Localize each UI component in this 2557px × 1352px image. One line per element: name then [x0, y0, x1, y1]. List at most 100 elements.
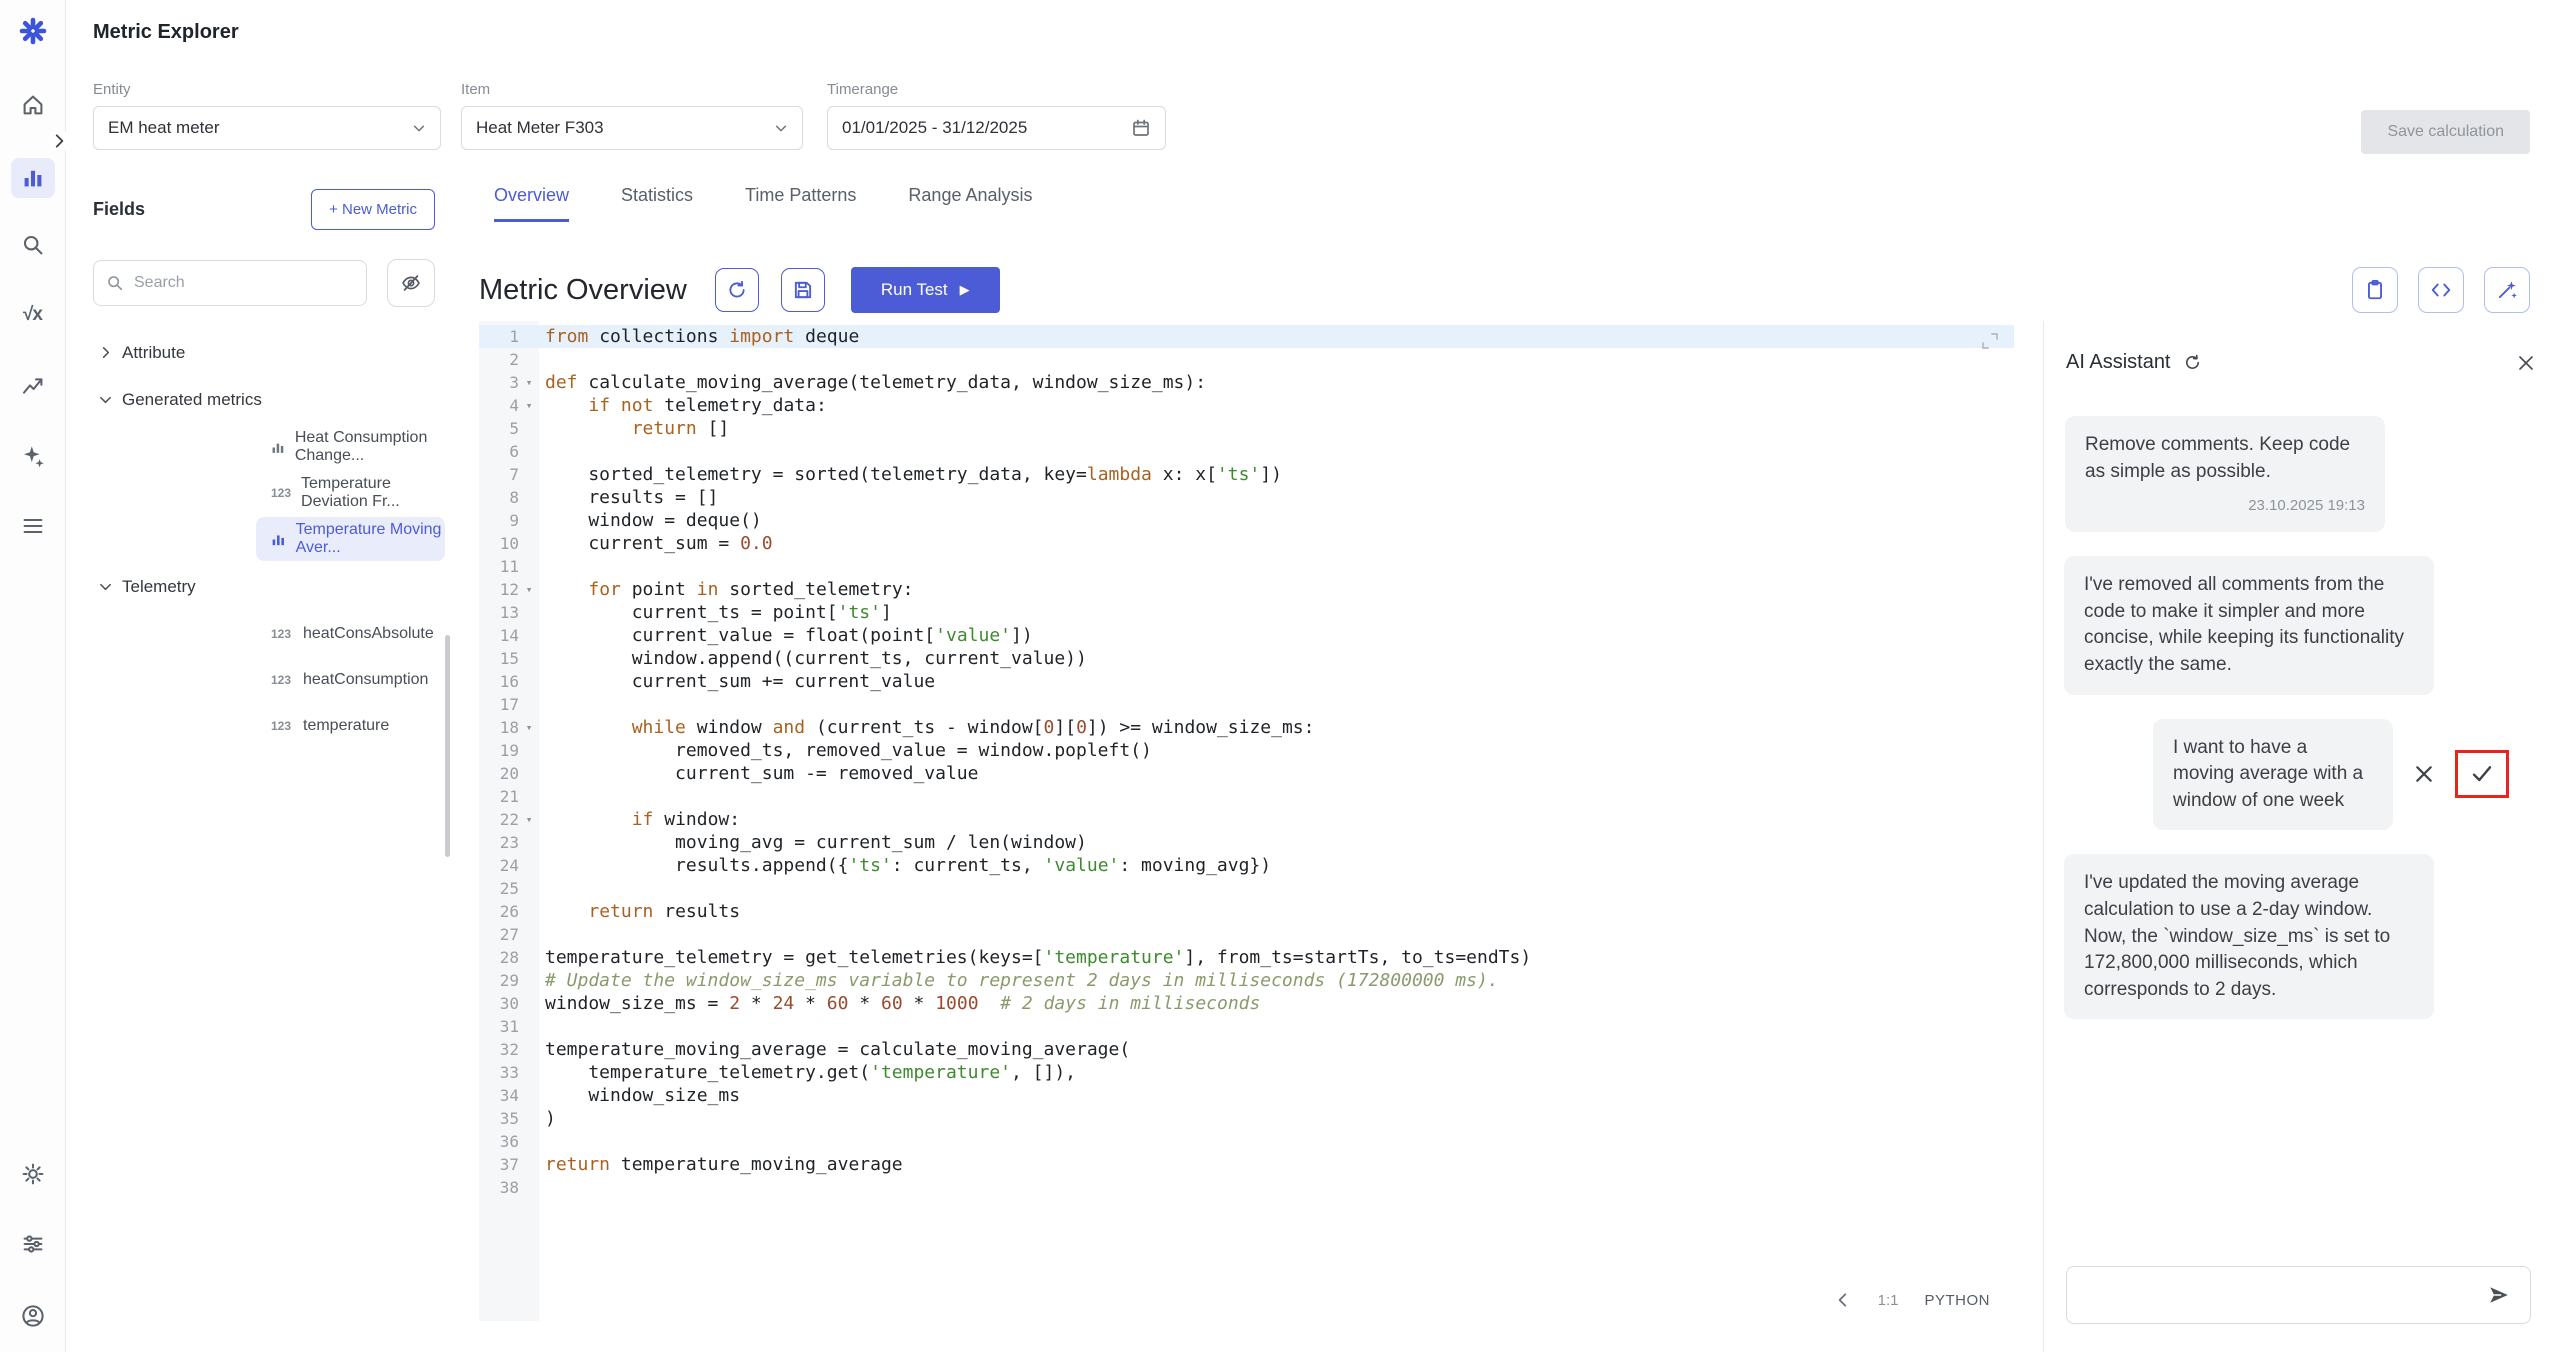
nav-trends[interactable]	[11, 366, 55, 406]
icon-rail: √x	[0, 0, 68, 1352]
send-icon	[2490, 1287, 2508, 1303]
overview-header: Metric Overview Run Test ▶	[461, 265, 2557, 315]
tree-group-attribute[interactable]: Attribute	[65, 329, 461, 376]
numeric-field-icon: 123	[271, 673, 292, 687]
language-label: PYTHON	[1924, 1291, 1990, 1309]
ai-magic-button[interactable]	[2484, 267, 2530, 313]
timerange-picker[interactable]: 01/01/2025 - 31/12/2025	[827, 106, 1166, 150]
chevron-right-icon	[102, 347, 110, 358]
hide-fields-button[interactable]	[387, 259, 435, 307]
fields-title: Fields	[93, 198, 146, 219]
code-line: 15 window.append((current_ts, current_va…	[499, 648, 1087, 669]
assistant-message: I've removed all comments from the code …	[2064, 556, 2434, 695]
eye-off-icon	[402, 275, 420, 291]
fields-tree: Attribute Generated metrics Heat Consumpti…	[65, 329, 461, 748]
code-line: 36	[499, 1132, 519, 1151]
nav-filters[interactable]	[11, 1224, 55, 1264]
nav-search[interactable]	[11, 225, 55, 265]
fields-scrollbar[interactable]	[445, 635, 450, 857]
chevron-left-icon[interactable]	[1834, 1291, 1852, 1309]
page-title: Metric Explorer	[93, 21, 239, 43]
reject-suggestion-button[interactable]	[2409, 759, 2439, 789]
close-icon	[2519, 355, 2533, 370]
code-line: 35)	[499, 1108, 556, 1129]
code-line: 27	[499, 925, 519, 944]
code-line: 3 ▾ def calculate_moving_average(telemetry…	[509, 372, 1207, 393]
ai-header: AI Assistant	[2066, 351, 2535, 374]
ai-title: AI Assistant	[2066, 351, 2171, 373]
code-line: 9 window = deque()	[509, 510, 762, 531]
nav-menu[interactable]	[11, 506, 55, 546]
ai-input-box[interactable]	[2066, 1266, 2531, 1324]
code-line: 26 return results	[499, 901, 741, 922]
ai-refresh-button[interactable]	[2183, 353, 2202, 372]
send-button[interactable]	[2484, 1280, 2514, 1310]
search-icon	[23, 235, 42, 255]
item-select[interactable]: Heat Meter F303	[461, 106, 803, 150]
magic-wand-icon	[2498, 281, 2517, 299]
item-label: Temperature Moving Aver...	[295, 521, 442, 556]
chevron-down-icon	[100, 583, 111, 591]
sliders-icon	[23, 1235, 42, 1253]
code-line: 1 from collections import deque	[479, 325, 2014, 348]
new-metric-button[interactable]: + New Metric	[311, 188, 435, 230]
entity-select[interactable]: EM heat meter	[93, 106, 441, 150]
tree-item-temperature[interactable]: 123 temperature	[256, 704, 445, 748]
code-line: 30 window_size_ms = 2 * 24 * 60 * 60 * 10…	[499, 993, 1261, 1014]
code-view-button[interactable]	[2418, 267, 2464, 313]
nav-settings[interactable]	[11, 1154, 55, 1194]
accept-suggestion-button[interactable]	[2466, 758, 2498, 790]
code-line: 32 temperature_moving_average = calculate…	[499, 1039, 1131, 1060]
run-test-button[interactable]: Run Test ▶	[850, 267, 1000, 313]
person-icon	[21, 1305, 44, 1327]
tree-group-generated-metrics[interactable]: Generated metrics	[65, 376, 461, 423]
search-input[interactable]	[132, 273, 354, 293]
tab-overview[interactable]: Overview	[494, 185, 570, 222]
refresh-button[interactable]	[714, 268, 759, 312]
user-message: Remove comments. Keep code as simple as …	[2065, 416, 2385, 533]
ai-message-input[interactable]	[2083, 1284, 2484, 1306]
timerange-value: 01/01/2025 - 31/12/2025	[842, 118, 1028, 137]
tree-item-heatconsumption[interactable]: 123 heatConsumption	[256, 658, 445, 702]
nav-account[interactable]	[11, 1296, 55, 1336]
search-box[interactable]	[93, 260, 367, 306]
tree-item-temperature-deviation-fr[interactable]: 123 Temperature Deviation Fr...	[256, 471, 445, 515]
nav-metrics[interactable]	[10, 158, 55, 198]
copy-button[interactable]	[2352, 267, 2398, 313]
tree-item-temperature-moving-aver[interactable]: Temperature Moving Aver...	[256, 517, 445, 561]
code-icon	[2431, 283, 2451, 297]
tree-group-telemetry[interactable]: Telemetry	[65, 563, 461, 610]
ai-close-button[interactable]	[2517, 354, 2535, 372]
ai-messages: Remove comments. Keep code as simple as …	[2044, 416, 2557, 1020]
ai-assistant-panel: AI Assistant Remove comments. Keep code …	[2043, 321, 2557, 1352]
editor-tools	[2352, 267, 2530, 313]
nav-ai[interactable]	[11, 436, 55, 476]
code-line: 13 current_ts = point['ts']	[499, 602, 892, 623]
save-calculation-button[interactable]: Save calculation	[2361, 110, 2530, 154]
code-line: 17	[499, 695, 519, 714]
code-line: 21	[499, 787, 519, 806]
sidebar-expand-button[interactable]	[50, 132, 68, 150]
numeric-field-icon: 123	[271, 486, 292, 500]
group-label: Attribute	[122, 342, 186, 362]
editor-and-assistant: 1 from collections import deque 2 3 ▾ def cal…	[461, 321, 2557, 1352]
tab-statistics[interactable]: Statistics	[621, 185, 693, 222]
code-line: 33 temperature_telemetry.get('temperatur…	[499, 1062, 1077, 1083]
tab-time-patterns[interactable]: Time Patterns	[745, 185, 856, 222]
nav-formula[interactable]: √x	[11, 295, 55, 335]
tree-item-heat-consumption-change[interactable]: Heat Consumption Change...	[256, 425, 445, 469]
message-text: Remove comments. Keep code as simple as …	[2085, 434, 2351, 482]
tree-item-heatconsabsolute[interactable]: 123 heatConsAbsolute	[256, 612, 445, 656]
fullscreen-icon[interactable]	[1980, 331, 2000, 351]
menu-icon	[23, 518, 42, 534]
fields-search-row	[93, 259, 435, 307]
entity-label: Entity	[93, 81, 131, 98]
tab-range-analysis[interactable]: Range Analysis	[908, 185, 1032, 222]
nav-home[interactable]	[11, 85, 55, 125]
bar-chart-icon	[24, 170, 41, 187]
code-line: 38	[499, 1178, 519, 1197]
code-editor[interactable]: 1 from collections import deque 2 3 ▾ def cal…	[479, 321, 2014, 1321]
timerange-control: Timerange 01/01/2025 - 31/12/2025	[827, 81, 1166, 150]
save-button[interactable]	[780, 268, 825, 312]
item-label: Heat Consumption Change...	[294, 429, 428, 464]
